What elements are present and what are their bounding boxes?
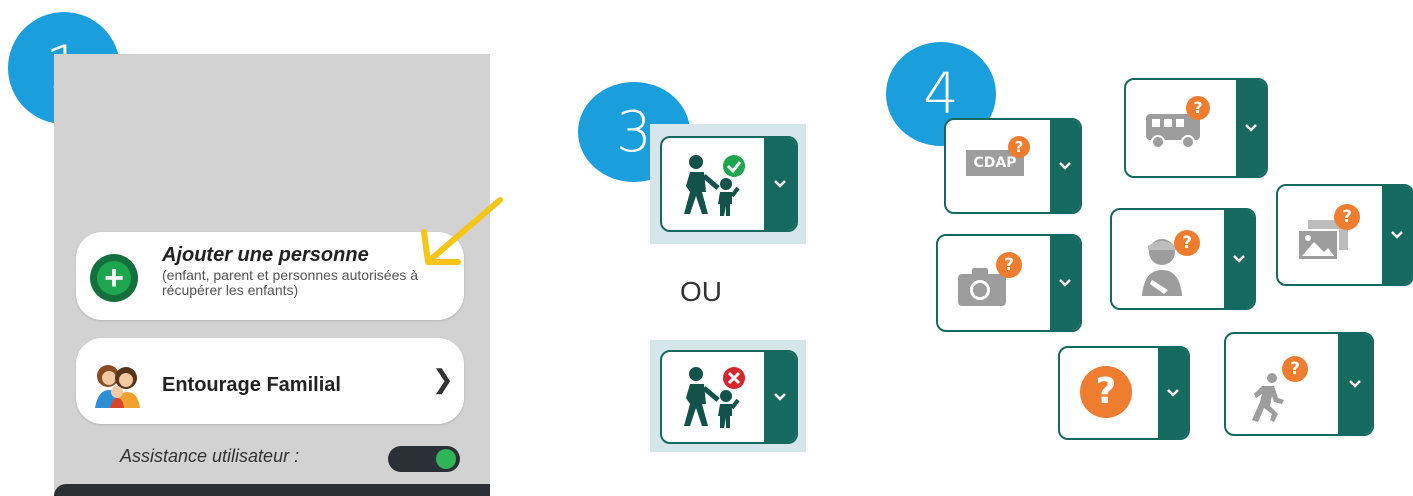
question-icon: ? (1282, 356, 1308, 382)
running-person-icon (1252, 373, 1284, 422)
unknown-option-button[interactable]: ? (1058, 346, 1190, 440)
pickup-authorized-button[interactable] (660, 136, 798, 232)
dropdown-tab[interactable] (1382, 186, 1412, 284)
adult-child-authorized-icon (684, 155, 745, 216)
leave-alone-option-button[interactable]: ? (1224, 332, 1374, 436)
dropdown-tab[interactable] (1338, 334, 1372, 434)
or-separator: OU (680, 276, 722, 307)
plus-icon: + (90, 254, 138, 302)
toggle-knob (436, 449, 456, 469)
user-assistance-label: Assistance utilisateur : (120, 446, 300, 466)
question-icon: ? (996, 252, 1022, 278)
family-circle-title: Entourage Familial (162, 374, 341, 396)
chevron-down-icon (774, 393, 786, 401)
pickup-unauthorized-button[interactable] (660, 350, 798, 444)
question-icon: ? (1174, 230, 1200, 256)
adult-child-unauthorized-icon (684, 367, 745, 428)
dropdown-tab[interactable] (1050, 236, 1080, 330)
question-icon: ? (1008, 136, 1030, 158)
chevron-down-icon (1245, 124, 1257, 132)
chevron-down-icon (1059, 279, 1071, 287)
family-avatar-icon (91, 357, 143, 409)
question-icon: ? (1334, 204, 1360, 230)
chevron-down-icon (774, 180, 786, 188)
dropdown-tab[interactable] (764, 138, 796, 230)
dropdown-tab[interactable] (1158, 348, 1188, 438)
add-person-description: (enfant, parent et personnes autorisées … (162, 267, 419, 298)
chevron-right-icon: ❯ (432, 364, 454, 394)
question-icon: ? (1186, 96, 1210, 120)
photo-option-button[interactable]: ? (936, 234, 1082, 332)
dropdown-tab[interactable] (1236, 80, 1266, 176)
care-option-button[interactable]: ? (1110, 208, 1256, 310)
chevron-down-icon (1059, 162, 1071, 170)
chevron-down-icon (1233, 255, 1245, 263)
chevron-down-icon (1391, 231, 1403, 239)
chevron-down-icon (1349, 380, 1361, 388)
image-option-button[interactable]: ? (1276, 184, 1413, 286)
add-person-title: Ajouter une personne (162, 244, 369, 266)
cdap-option-button[interactable]: CDAP ? (944, 118, 1082, 214)
question-icon: ? (1080, 366, 1132, 418)
dropdown-tab[interactable] (1224, 210, 1254, 308)
transport-option-button[interactable]: ? (1124, 78, 1268, 178)
pointer-arrow-icon (421, 197, 503, 265)
user-assistance-toggle[interactable] (388, 446, 460, 472)
dropdown-tab[interactable] (764, 352, 796, 442)
panel-bottom-bar (54, 484, 490, 496)
dropdown-tab[interactable] (1050, 120, 1080, 212)
chevron-down-icon (1167, 389, 1179, 397)
